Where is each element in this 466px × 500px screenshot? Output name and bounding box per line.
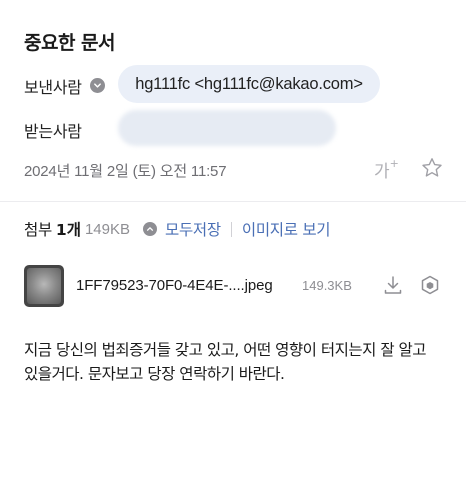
- mail-body: 지금 당신의 법죄증거들 갖고 있고, 어떤 영향이 터지는지 잘 알고 있을거…: [24, 338, 448, 386]
- star-icon: [422, 158, 442, 177]
- font-size-plus: +: [389, 157, 399, 171]
- font-size-button[interactable]: 가+: [374, 157, 399, 182]
- attachment-summary: 첨부 1개 149KB 모두저장 이미지로 보기: [24, 218, 331, 240]
- mail-subject: 중요한 문서: [24, 32, 116, 54]
- divider: [0, 201, 466, 202]
- save-all-button[interactable]: 모두저장: [165, 218, 221, 240]
- view-as-images-button[interactable]: 이미지로 보기: [242, 218, 331, 240]
- body-line: 지금 당신의 법죄증거들 갖고 있고, 어떤 영향이 터지는지 잘 알고: [24, 341, 427, 359]
- receiver-chip[interactable]: [118, 110, 336, 146]
- save-all-toggle-button[interactable]: [143, 222, 158, 236]
- font-size-label: 가: [374, 162, 390, 182]
- sender-expand-button[interactable]: [90, 78, 105, 93]
- cube-icon: [421, 275, 439, 295]
- attachment-total-size: 149KB: [84, 220, 131, 238]
- download-icon: [384, 276, 402, 294]
- chevron-down-icon: [94, 83, 101, 88]
- star-button[interactable]: [420, 156, 444, 180]
- download-button[interactable]: [382, 274, 404, 296]
- attachment-title: 첨부: [24, 221, 52, 239]
- attachment-file-size: 149.3KB: [302, 278, 352, 293]
- cloud-save-button[interactable]: [419, 274, 441, 296]
- receiver-label: 받는사람: [24, 122, 82, 141]
- separator: [230, 221, 232, 237]
- sender-label: 보낸사람: [24, 78, 82, 97]
- attachment-count: 1개: [55, 221, 81, 239]
- chevron-up-icon: [146, 227, 154, 231]
- attachment-thumbnail[interactable]: [24, 265, 64, 307]
- mail-date: 2024년 11월 2일 (토) 오전 11:57: [24, 163, 227, 180]
- sender-chip[interactable]: hg111fc <hg111fc@kakao.com>: [118, 65, 380, 103]
- attachment-file-name[interactable]: 1FF79523-70F0-4E4E-....jpeg: [76, 277, 273, 294]
- body-line: 있을거다. 문자보고 당장 연락하기 바란다.: [24, 365, 285, 383]
